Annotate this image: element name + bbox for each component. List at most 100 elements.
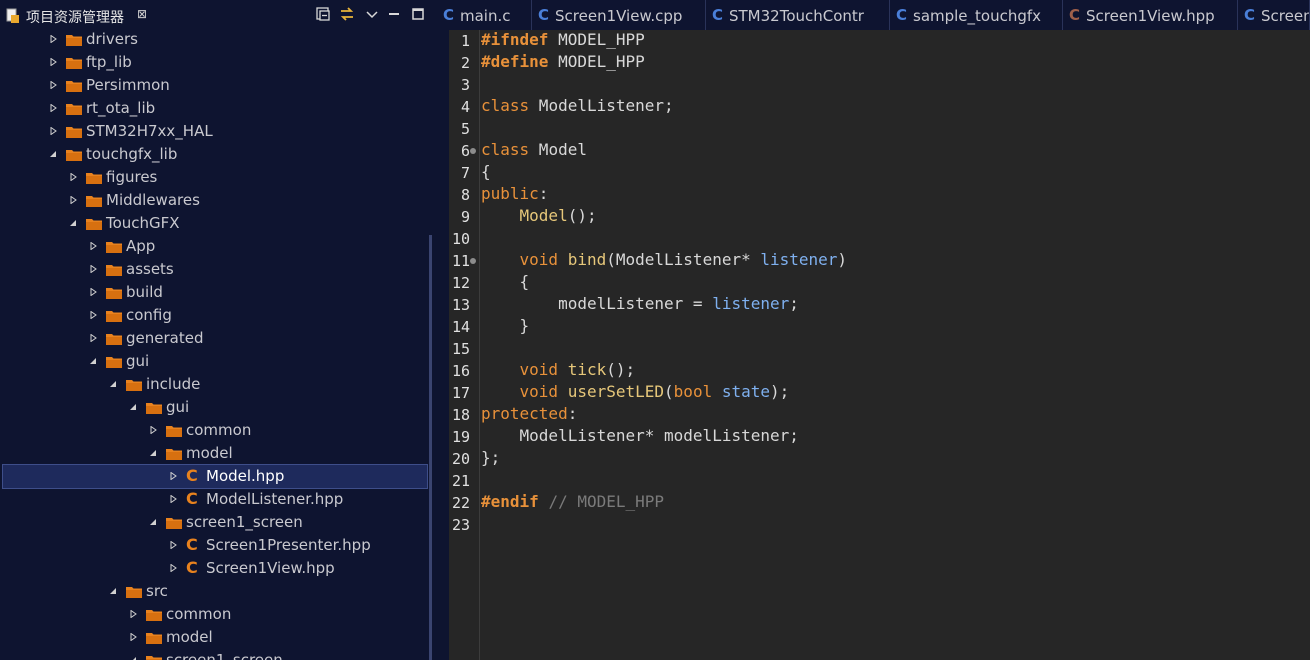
collapsed-arrow-icon[interactable] (70, 196, 77, 204)
code-line[interactable]: #define MODEL_HPP (481, 52, 645, 71)
tree-item-folder[interactable]: src (3, 580, 427, 603)
tree-item-folder[interactable]: screen1_screen (3, 649, 427, 660)
code-line[interactable]: ModelListener* modelListener; (481, 426, 799, 445)
expanded-arrow-icon[interactable] (110, 380, 117, 388)
tree-item-folder[interactable]: common (3, 419, 427, 442)
folder-icon (126, 587, 142, 598)
tree-item-label: build (126, 283, 163, 301)
tree-item-folder[interactable]: App (3, 235, 427, 258)
link-editor-icon[interactable] (339, 6, 355, 22)
tree-item-file[interactable]: C Model.hpp (2, 464, 428, 489)
tree-item-folder[interactable]: Persimmon (3, 74, 427, 97)
editor-tab[interactable]: Cmain.c (437, 0, 532, 30)
view-menu-icon[interactable] (364, 6, 380, 22)
fold-toggle-icon[interactable] (470, 148, 476, 154)
code-line[interactable]: #ifndef MODEL_HPP (481, 30, 645, 49)
tree-item-folder[interactable]: gui (3, 396, 427, 419)
tree-item-file[interactable]: C Screen1Presenter.hpp (3, 534, 427, 557)
editor-tab[interactable]: Csample_touchgfx (890, 0, 1063, 30)
collapsed-arrow-icon[interactable] (170, 472, 177, 480)
folder-icon (146, 633, 162, 644)
tree-item-folder[interactable]: STM32H7xx_HAL (3, 120, 427, 143)
tree-item-folder[interactable]: touchgfx_lib (3, 143, 427, 166)
code-line[interactable]: void bind(ModelListener* listener) (481, 250, 848, 269)
tree-item-folder[interactable]: include (3, 373, 427, 396)
expanded-arrow-icon[interactable] (150, 449, 157, 457)
collapsed-arrow-icon[interactable] (170, 495, 177, 503)
collapsed-arrow-icon[interactable] (90, 242, 97, 250)
folder-icon (86, 196, 102, 207)
code-line[interactable]: { (481, 162, 491, 181)
collapsed-arrow-icon[interactable] (130, 610, 137, 618)
expanded-arrow-icon[interactable] (50, 150, 57, 158)
collapsed-arrow-icon[interactable] (70, 173, 77, 181)
tree-item-label: common (166, 605, 232, 623)
code-line[interactable]: #endif // MODEL_HPP (481, 492, 664, 511)
collapsed-arrow-icon[interactable] (50, 127, 57, 135)
collapsed-arrow-icon[interactable] (170, 541, 177, 549)
tree-item-file[interactable]: C Screen1View.hpp (3, 557, 427, 580)
editor-tab[interactable]: C Screen (1238, 0, 1310, 30)
collapsed-arrow-icon[interactable] (50, 104, 57, 112)
close-icon[interactable]: ⊠ (137, 7, 147, 21)
tree-item-folder[interactable]: build (3, 281, 427, 304)
tree-item-folder[interactable]: config (3, 304, 427, 327)
folder-icon (66, 104, 82, 115)
code-line[interactable]: void tick(); (481, 360, 636, 379)
editor-tab[interactable]: C STM32TouchContr (706, 0, 890, 30)
code-line[interactable]: void userSetLED(bool state); (481, 382, 790, 401)
code-line[interactable]: class ModelListener; (481, 96, 674, 115)
code-editor[interactable]: #ifndef MODEL_HPP #define MODEL_HPPclass … (437, 30, 1310, 660)
tree-item-folder[interactable]: ftp_lib (3, 51, 427, 74)
collapsed-arrow-icon[interactable] (90, 265, 97, 273)
collapsed-arrow-icon[interactable] (90, 311, 97, 319)
line-number: 17 (451, 384, 470, 402)
expanded-arrow-icon[interactable] (150, 518, 157, 526)
expanded-arrow-icon[interactable] (90, 357, 97, 365)
code-line[interactable]: } (481, 316, 530, 335)
code-line[interactable]: modelListener = listener; (481, 294, 799, 313)
tree-item-folder[interactable]: generated (3, 327, 427, 350)
expanded-arrow-icon[interactable] (70, 219, 77, 227)
tree-item-folder[interactable]: assets (3, 258, 427, 281)
fold-toggle-icon[interactable] (470, 258, 476, 264)
tree-item-folder[interactable]: model (3, 626, 427, 649)
expanded-arrow-icon[interactable] (130, 403, 137, 411)
tree-item-folder[interactable]: TouchGFX (3, 212, 427, 235)
code-line[interactable]: protected: (481, 404, 577, 423)
code-line[interactable]: Model(); (481, 206, 597, 225)
collapsed-arrow-icon[interactable] (90, 288, 97, 296)
folder-icon (146, 656, 162, 660)
code-line[interactable]: class Model (481, 140, 587, 159)
tree-item-folder[interactable]: figures (3, 166, 427, 189)
collapsed-arrow-icon[interactable] (50, 58, 57, 66)
tree-item-folder[interactable]: rt_ota_lib (3, 97, 427, 120)
collapsed-arrow-icon[interactable] (50, 35, 57, 43)
tree-item-file[interactable]: C ModelListener.hpp (3, 488, 427, 511)
tree-item-folder[interactable]: model (3, 442, 427, 465)
line-number: 1 (460, 32, 470, 50)
code-line[interactable]: }; (481, 448, 500, 467)
tree-item-folder[interactable]: gui (3, 350, 427, 373)
maximize-icon[interactable] (410, 6, 426, 22)
code-line[interactable]: { (481, 272, 530, 291)
tree-item-folder[interactable]: drivers (3, 28, 427, 51)
folder-icon (66, 58, 82, 69)
expanded-arrow-icon[interactable] (130, 656, 137, 660)
editor-tab[interactable]: C Screen1View.hpp (1063, 0, 1238, 30)
line-number: 5 (460, 120, 470, 138)
minimize-icon[interactable] (386, 6, 402, 22)
editor-tab[interactable]: C Screen1View.cpp (532, 0, 706, 30)
tree-item-folder[interactable]: common (3, 603, 427, 626)
collapsed-arrow-icon[interactable] (50, 81, 57, 89)
collapsed-arrow-icon[interactable] (90, 334, 97, 342)
collapsed-arrow-icon[interactable] (170, 564, 177, 572)
tree-item-label: drivers (86, 30, 138, 48)
collapsed-arrow-icon[interactable] (150, 426, 157, 434)
collapsed-arrow-icon[interactable] (130, 633, 137, 641)
tree-item-folder[interactable]: Middlewares (3, 189, 427, 212)
code-line[interactable]: public: (481, 184, 548, 203)
expanded-arrow-icon[interactable] (110, 587, 117, 595)
collapse-all-icon[interactable] (315, 6, 331, 22)
tree-item-folder[interactable]: screen1_screen (3, 511, 427, 534)
